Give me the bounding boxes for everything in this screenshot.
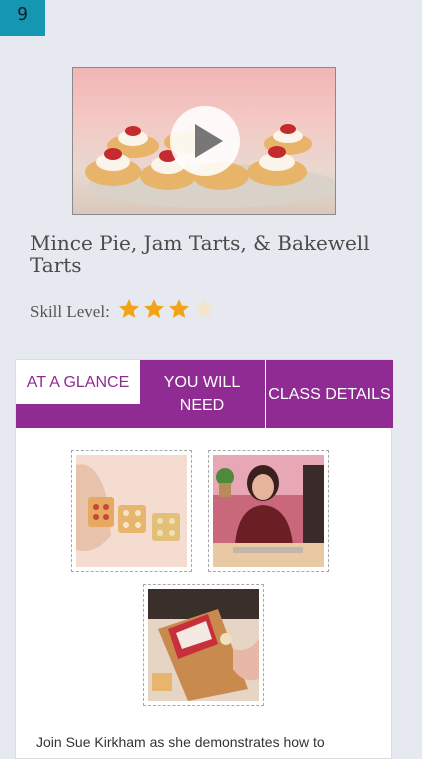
tab-bar: AT A GLANCE YOU WILL NEED CLASS DETAILS (16, 360, 393, 428)
skill-level-label: Skill Level: (30, 301, 110, 321)
tab-at-a-glance[interactable]: AT A GLANCE (16, 360, 140, 404)
tab-class-details[interactable]: CLASS DETAILS (265, 360, 393, 428)
play-button[interactable] (170, 106, 240, 176)
gallery-image-board (148, 589, 259, 701)
class-info-card: AT A GLANCE YOU WILL NEED CLASS DETAILS (15, 359, 393, 759)
star-filled-icon (143, 299, 164, 318)
tab-you-will-need[interactable]: YOU WILL NEED (140, 360, 264, 428)
star-empty-icon (193, 299, 214, 318)
gallery-image-tarts (76, 455, 187, 567)
class-description: Join Sue Kirkham as she demonstrates how… (36, 734, 325, 750)
gallery-thumb-2[interactable] (208, 450, 329, 572)
class-title: Mince Pie, Jam Tarts, & Bakewell Tarts (30, 231, 370, 277)
star-filled-icon (118, 299, 139, 318)
play-icon (195, 124, 223, 158)
skill-level: Skill Level: (30, 298, 218, 325)
gallery-thumb-1[interactable] (71, 450, 192, 572)
status-badge: 9 (0, 0, 45, 36)
skill-rating-stars (118, 298, 218, 325)
gallery-thumb-3[interactable] (143, 584, 264, 706)
star-filled-icon (168, 299, 189, 318)
gallery-image-instructor (213, 455, 324, 567)
video-player[interactable] (72, 67, 336, 215)
